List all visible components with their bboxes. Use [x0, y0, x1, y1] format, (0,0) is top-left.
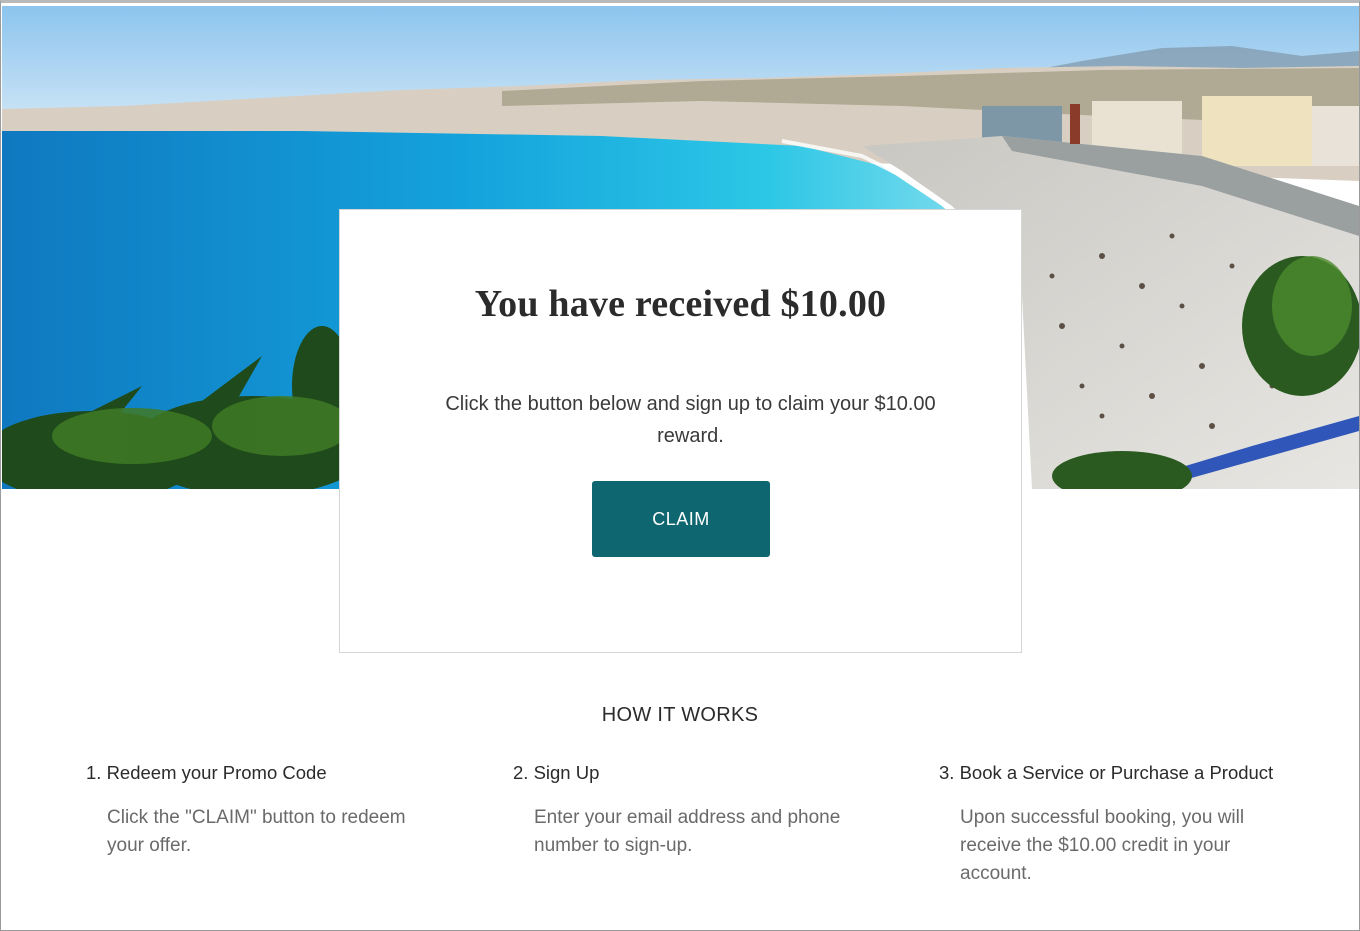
step-sign-up: 2. Sign Up Enter your email address and …	[513, 762, 893, 860]
page-frame: You have received $10.00 Click the butto…	[0, 0, 1360, 931]
step-title: 3. Book a Service or Purchase a Product	[939, 762, 1274, 783]
how-it-works-heading: HOW IT WORKS	[601, 704, 759, 726]
claim-button[interactable]: CLAIM	[592, 481, 770, 557]
step-text: Upon successful booking, you will receiv…	[960, 807, 1245, 884]
step-text: Enter your email address and phone numbe…	[534, 807, 841, 856]
step-book: 3. Book a Service or Purchase a Product …	[939, 762, 1339, 888]
reward-card: You have received $10.00 Click the butto…	[339, 209, 1022, 653]
reward-title: You have received $10.00	[474, 283, 887, 325]
step-title: 1. Redeem your Promo Code	[86, 762, 327, 783]
reward-description: Click the button below and sign up to cl…	[445, 393, 936, 447]
step-text: Click the "CLAIM" button to redeem your …	[107, 807, 406, 856]
step-redeem: 1. Redeem your Promo Code Click the "CLA…	[86, 762, 466, 860]
step-title: 2. Sign Up	[513, 762, 600, 783]
